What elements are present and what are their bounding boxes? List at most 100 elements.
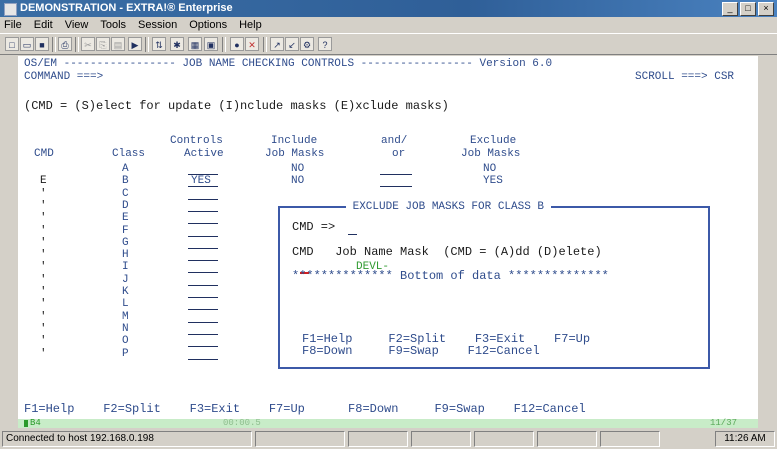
new-icon[interactable]: □ <box>5 37 19 51</box>
row-class: P <box>122 348 129 360</box>
send-icon[interactable]: ↗ <box>270 37 284 51</box>
header-or: or <box>392 148 406 160</box>
title-bar: DEMONSTRATION - EXTRA!® Enterprise _ □ × <box>0 0 777 17</box>
cut-icon[interactable]: ✂ <box>81 37 95 51</box>
connection-status: Connected to host 192.168.0.198 <box>2 431 252 447</box>
row-cmd-field[interactable]: ' <box>40 249 47 261</box>
row-active-underline <box>188 297 218 298</box>
menu-session[interactable]: Session <box>138 17 177 33</box>
keyboard-indicator <box>24 420 28 427</box>
exclude-masks-popup: EXCLUDE JOB MASKS FOR CLASS B CMD => CMD… <box>278 201 710 369</box>
row-active-underline <box>188 211 218 212</box>
header-exclude-masks: Job Masks <box>461 148 521 160</box>
row-active-underline <box>188 346 218 347</box>
row-cmd-field[interactable]: ' <box>40 200 47 212</box>
header-include: Include <box>271 135 318 147</box>
options-icon[interactable]: ⚙ <box>300 37 314 51</box>
row-class: I <box>122 261 129 273</box>
minimize-button[interactable]: _ <box>722 2 738 16</box>
row-cmd-field[interactable]: ' <box>40 188 47 200</box>
row-active-underline <box>188 272 218 273</box>
screen-header: OS/EM ----------------- JOB NAME CHECKIN… <box>24 58 553 70</box>
operator-info-area: B4 00:00.5 11/37 <box>18 419 758 428</box>
header-active: Active <box>184 148 224 160</box>
row-active-underline <box>188 236 218 237</box>
copy-icon[interactable]: ⎘ <box>96 37 110 51</box>
menu-file[interactable]: File <box>4 17 22 33</box>
menu-help[interactable]: Help <box>239 17 262 33</box>
header-controls: Controls <box>170 135 223 147</box>
row-class: D <box>122 200 129 212</box>
save-icon[interactable]: ■ <box>35 37 49 51</box>
row-class: B <box>122 175 129 187</box>
app-icon <box>4 3 17 16</box>
row-andor-field[interactable] <box>380 174 412 175</box>
row-class: H <box>122 249 129 261</box>
window-title: DEMONSTRATION - EXTRA!® Enterprise <box>20 2 233 14</box>
row-cmd-field[interactable]: ' <box>40 323 47 335</box>
map-icon[interactable]: ▦ <box>188 37 202 51</box>
header-class: Class <box>112 148 146 160</box>
menu-tools[interactable]: Tools <box>100 17 126 33</box>
print-icon[interactable]: ⎙ <box>58 37 72 51</box>
maximize-button[interactable]: □ <box>740 2 756 16</box>
menu-view[interactable]: View <box>65 17 89 33</box>
row-active-underline <box>188 359 218 360</box>
row-cmd-field[interactable]: ' <box>40 225 47 237</box>
row-cmd-field[interactable]: ' <box>40 212 47 224</box>
header-exclude: Exclude <box>470 135 517 147</box>
row-active-underline <box>188 199 218 200</box>
close-button[interactable]: × <box>758 2 774 16</box>
terminal-screen[interactable]: OS/EM ----------------- JOB NAME CHECKIN… <box>18 56 758 419</box>
popup-column-header: CMD Job Name Mask (CMD = (A)dd (D)elete) <box>292 245 602 259</box>
status-bar: Connected to host 192.168.0.198 11:26 AM <box>0 429 777 449</box>
oia-time: 00:00.5 <box>223 418 261 428</box>
quickpad-icon[interactable]: ▣ <box>204 37 218 51</box>
paste-icon[interactable]: ▤ <box>111 37 125 51</box>
row-class: K <box>122 286 129 298</box>
connect-icon[interactable]: ● <box>230 37 244 51</box>
row-active-underline <box>188 248 218 249</box>
receive-icon[interactable]: ↙ <box>285 37 299 51</box>
row-exclude-value: YES <box>483 175 503 187</box>
menu-options[interactable]: Options <box>189 17 227 33</box>
row-active-underline <box>188 322 218 323</box>
hotspot-icon[interactable]: ✱ <box>170 37 184 51</box>
header-cmd: CMD <box>34 148 54 160</box>
row-cmd-field[interactable]: ' <box>40 261 47 273</box>
menu-edit[interactable]: Edit <box>34 17 53 33</box>
row-cmd-field[interactable]: ' <box>40 274 47 286</box>
instructions: (CMD = (S)elect for update (I)nclude mas… <box>24 99 449 113</box>
help-icon[interactable]: ? <box>318 37 332 51</box>
function-keys: F1=Help F2=Split F3=Exit F7=Up F8=Down F… <box>24 402 586 416</box>
row-include-value: NO <box>291 175 305 187</box>
row-cmd-field[interactable]: ' <box>40 237 47 249</box>
clock: 11:26 AM <box>715 431 775 447</box>
row-cmd-field[interactable]: ' <box>40 335 47 347</box>
macro-icon[interactable]: ▶ <box>128 37 142 51</box>
row-class: O <box>122 335 129 347</box>
row-cmd-field[interactable]: ' <box>40 286 47 298</box>
toolbar: □ ▭ ■ ⎙ ✂ ⎘ ▤ ▶ ⇅ ✱ ▦ ▣ ● ✕ ↗ ↙ ⚙ ? <box>0 33 777 55</box>
transfer-icon[interactable]: ⇅ <box>152 37 166 51</box>
row-class: M <box>122 311 129 323</box>
row-active-underline <box>188 223 218 224</box>
row-cmd-field[interactable]: ' <box>40 348 47 360</box>
row-andor-field[interactable] <box>380 186 412 187</box>
row-class: L <box>122 298 129 310</box>
row-active-underline <box>188 285 218 286</box>
popup-bottom-of-data: ************** Bottom of data **********… <box>292 269 609 283</box>
row-exclude-value: NO <box>483 163 497 175</box>
popup-cmd-input[interactable] <box>348 234 357 235</box>
open-icon[interactable]: ▭ <box>20 37 34 51</box>
row-cmd-field[interactable]: E <box>40 175 47 187</box>
popup-cmd-prompt: CMD => <box>292 220 336 234</box>
row-class: G <box>122 237 129 249</box>
scroll-setting: SCROLL ===> CSR <box>635 71 735 83</box>
disconnect-icon[interactable]: ✕ <box>245 37 259 51</box>
menu-bar: File Edit View Tools Session Options Hel… <box>0 17 777 33</box>
row-cmd-field[interactable]: ' <box>40 298 47 310</box>
row-cmd-field[interactable]: ' <box>40 311 47 323</box>
row-active-underline <box>188 260 218 261</box>
row-class: E <box>122 212 129 224</box>
